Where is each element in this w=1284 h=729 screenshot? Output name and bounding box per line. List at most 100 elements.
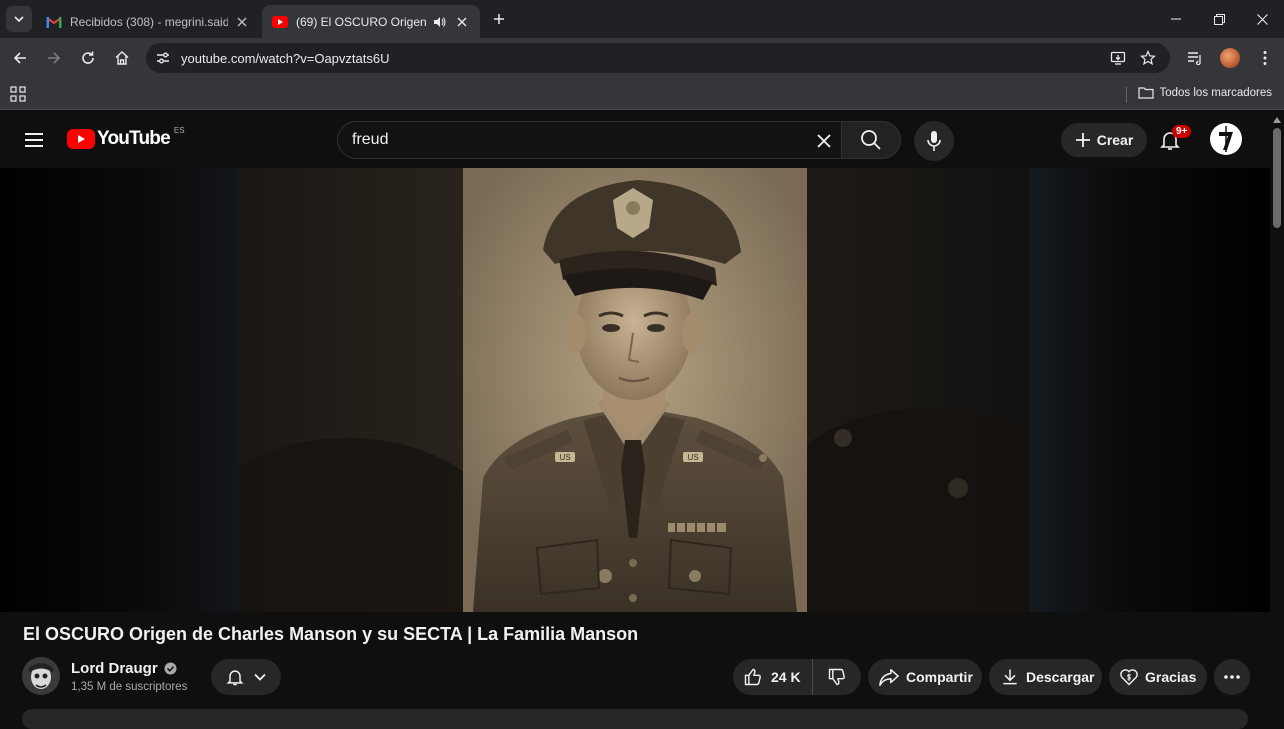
bookmarks-bar: Todos los marcadores [0, 78, 1284, 110]
search-icon [861, 130, 881, 150]
restore-icon [1213, 13, 1225, 25]
reading-list-button[interactable] [1184, 47, 1206, 69]
search-input[interactable]: freud [337, 121, 841, 159]
browser-tab-strip: Recibidos (308) - megrini.said@ (69) El … [0, 0, 1284, 38]
account-avatar[interactable] [1210, 123, 1242, 155]
bookmark-star-icon[interactable] [1139, 49, 1157, 67]
tab-youtube-active[interactable]: (69) El OSCURO Origen de [262, 5, 480, 38]
account-logo-icon [1211, 124, 1241, 154]
search-query[interactable]: freud [352, 131, 388, 149]
soldier-portrait: US US [463, 168, 807, 612]
scroll-up-arrow[interactable] [1273, 117, 1281, 123]
notifications-button[interactable]: 9+ [1158, 125, 1192, 154]
profile-avatar [1220, 48, 1240, 68]
scrollbar-thumb[interactable] [1273, 128, 1281, 228]
plus-icon [494, 14, 504, 24]
arrow-left-icon [13, 52, 26, 64]
youtube-play-icon [67, 129, 95, 149]
reload-button[interactable] [76, 46, 100, 70]
browser-toolbar: youtube.com/watch?v=Oapvztats6U [0, 38, 1284, 78]
youtube-logo[interactable]: YouTube ES [67, 125, 185, 150]
gmail-icon [46, 14, 62, 30]
dislike-button[interactable] [813, 659, 861, 695]
tab-title: (69) El OSCURO Origen de [296, 14, 428, 29]
portrait-illustration: US US [463, 168, 807, 612]
home-button[interactable] [110, 46, 134, 70]
thumbs-down-icon [828, 668, 845, 686]
subscriber-count: 1,35 M de suscriptores [71, 681, 188, 693]
channel-avatar[interactable] [22, 657, 60, 695]
install-app-icon[interactable] [1109, 49, 1127, 67]
folder-icon [1137, 87, 1154, 99]
create-button[interactable]: Crear [1061, 123, 1147, 157]
description-box[interactable] [22, 709, 1248, 729]
country-code: ES [173, 125, 185, 135]
all-bookmarks-button[interactable]: Todos los marcadores [1137, 86, 1273, 99]
menu-icon[interactable] [22, 128, 46, 152]
tab-title: Recibidos (308) - megrini.said@ [70, 14, 228, 29]
apps-grid-icon[interactable] [10, 86, 26, 102]
more-horizontal-icon [1224, 675, 1240, 679]
speaker-icon[interactable] [432, 14, 448, 30]
download-label: Descargar [1026, 669, 1095, 685]
arrow-right-icon [48, 52, 61, 64]
profile-button[interactable] [1219, 47, 1241, 69]
close-tab-icon[interactable] [454, 14, 470, 30]
thanks-label: Gracias [1145, 669, 1197, 685]
notifications-badge: 9+ [1172, 125, 1192, 138]
forward-button[interactable] [42, 46, 66, 70]
video-vignette-right [1030, 168, 1270, 612]
browser-menu-button[interactable] [1254, 47, 1276, 69]
back-button[interactable] [8, 46, 32, 70]
channel-name-text[interactable]: Lord Draugr [71, 660, 158, 677]
video-title: El OSCURO Origen de Charles Manson y su … [23, 624, 639, 644]
thanks-button[interactable]: Gracias [1109, 659, 1207, 695]
url-text[interactable]: youtube.com/watch?v=Oapvztats6U [181, 51, 389, 66]
channel-name[interactable]: Lord Draugr [71, 660, 177, 677]
create-label: Crear [1096, 132, 1134, 148]
youtube-wordmark: YouTube [97, 128, 171, 149]
subscription-notifications-button[interactable] [211, 659, 281, 695]
address-bar[interactable]: youtube.com/watch?v=Oapvztats6U [146, 43, 1170, 73]
reload-icon [82, 51, 94, 64]
like-dislike-group: 24 K [733, 659, 861, 695]
video-player[interactable]: US US [0, 168, 1270, 612]
close-window-button[interactable] [1242, 6, 1282, 32]
verified-check-icon [164, 662, 177, 675]
tab-gmail[interactable]: Recibidos (308) - megrini.said@ [36, 5, 260, 38]
clear-search-button[interactable] [812, 129, 836, 153]
minimize-button[interactable] [1156, 6, 1196, 32]
home-icon [115, 51, 129, 65]
more-vertical-icon [1263, 51, 1267, 65]
chevron-down-icon [14, 16, 24, 23]
tab-search-button[interactable] [6, 6, 32, 32]
download-button[interactable]: Descargar [989, 659, 1102, 695]
download-icon [1003, 669, 1017, 685]
voice-search-button[interactable] [914, 121, 954, 161]
restore-button[interactable] [1199, 6, 1239, 32]
close-icon [1256, 13, 1268, 25]
collar-insignia-left: US [559, 453, 570, 462]
share-arrow-icon [879, 668, 899, 686]
like-button[interactable]: 24 K [733, 659, 813, 695]
bookmarks-divider [1126, 87, 1127, 103]
channel-avatar-image [22, 657, 60, 695]
search-button[interactable] [841, 121, 901, 159]
chevron-down-icon [254, 673, 266, 681]
close-icon [817, 134, 831, 148]
heart-dollar-icon [1120, 669, 1138, 686]
collar-insignia-right: US [687, 453, 698, 462]
minimize-icon [1171, 18, 1181, 20]
site-info-icon[interactable] [148, 43, 178, 73]
video-vignette-left [0, 168, 240, 612]
plus-icon [1075, 132, 1091, 148]
more-actions-button[interactable] [1214, 659, 1250, 695]
youtube-icon [272, 14, 288, 30]
new-tab-button[interactable] [488, 8, 510, 30]
microphone-icon [927, 131, 941, 151]
all-bookmarks-label: Todos los marcadores [1159, 86, 1273, 99]
youtube-masthead: YouTube ES freud Crear 9+ [0, 112, 1270, 168]
thumbs-up-icon [744, 668, 761, 686]
close-tab-icon[interactable] [234, 14, 250, 30]
share-button[interactable]: Compartir [868, 659, 982, 695]
